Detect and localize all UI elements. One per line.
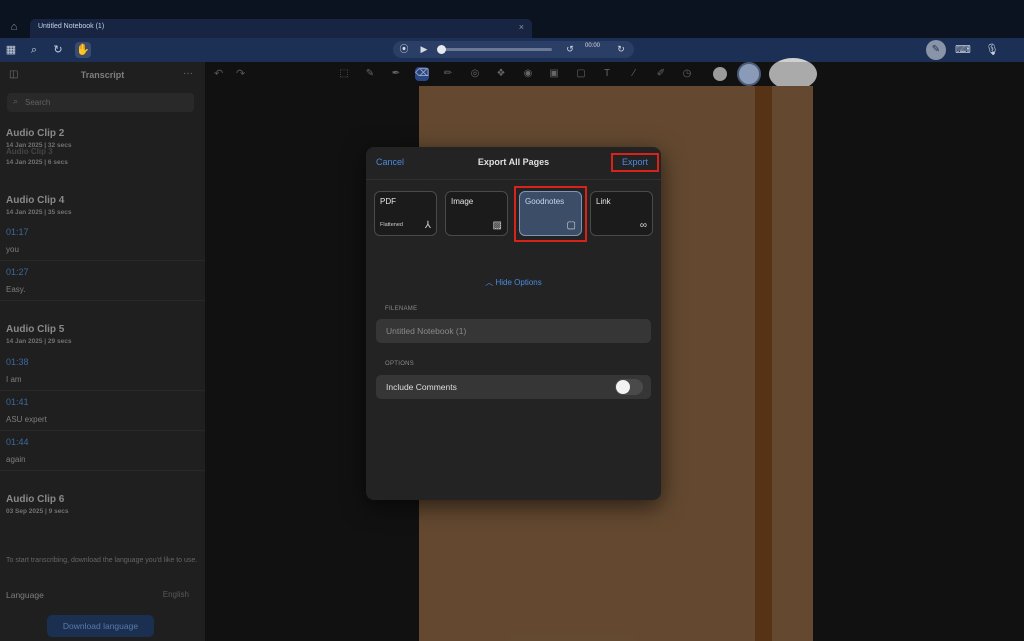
search-icon[interactable]: ⌕ bbox=[26, 42, 42, 58]
forward-icon[interactable]: ↻ bbox=[614, 42, 628, 56]
audio-time: 00:00 bbox=[585, 43, 601, 49]
link-icon: ∞ bbox=[639, 220, 647, 231]
hide-options-label: Hide Options bbox=[495, 278, 542, 287]
close-icon[interactable]: × bbox=[519, 22, 524, 32]
record-icon[interactable]: ⦿ bbox=[397, 42, 411, 56]
format-name: Image bbox=[451, 197, 474, 206]
keyboard-icon[interactable]: ⌨ bbox=[955, 42, 971, 58]
format-sub: Flattened bbox=[380, 222, 403, 228]
filename-label: FILENAME bbox=[385, 306, 418, 312]
chevron-up-icon: ︿ bbox=[485, 278, 494, 287]
play-icon[interactable]: ▶ bbox=[417, 42, 431, 56]
include-comments-label: Include Comments bbox=[386, 382, 457, 392]
hide-options-toggle[interactable]: ︿ Hide Options bbox=[366, 277, 661, 288]
format-option-image[interactable]: Image ▨ bbox=[445, 191, 508, 236]
include-comments-row: Include Comments bbox=[376, 375, 651, 399]
app-window: ⌂ Untitled Notebook (1) × ▦ ⌕ ↻ ✋ ⌨ 🎙 ⦿ … bbox=[0, 0, 1024, 641]
audio-scrubber[interactable] bbox=[440, 48, 552, 51]
hand-icon[interactable]: ✋ bbox=[75, 42, 91, 58]
home-icon[interactable]: ⌂ bbox=[7, 20, 21, 34]
selection-highlight bbox=[514, 186, 587, 242]
pdf-icon: ⅄ bbox=[424, 220, 431, 231]
lasso-icon[interactable]: ↻ bbox=[50, 42, 66, 58]
toggle-knob bbox=[616, 380, 630, 394]
tab-bar: ⌂ Untitled Notebook (1) × bbox=[0, 0, 1024, 38]
microphone-icon[interactable]: 🎙 bbox=[984, 42, 1000, 58]
filename-field[interactable]: Untitled Notebook (1) bbox=[376, 319, 651, 343]
export-dialog: Cancel Export All Pages Export PDF Flatt… bbox=[366, 147, 661, 500]
options-label: OPTIONS bbox=[385, 361, 415, 367]
format-name: Link bbox=[596, 197, 611, 206]
filename-value: Untitled Notebook (1) bbox=[386, 326, 467, 336]
tab-notebook[interactable]: Untitled Notebook (1) × bbox=[30, 19, 532, 38]
format-option-pdf[interactable]: PDF Flattened ⅄ bbox=[374, 191, 437, 236]
include-comments-toggle[interactable] bbox=[615, 379, 643, 395]
export-button[interactable]: Export bbox=[611, 153, 659, 172]
tab-title: Untitled Notebook (1) bbox=[38, 23, 105, 30]
image-icon: ▨ bbox=[492, 220, 502, 231]
audio-player: ⦿ ▶ ↺ 00:00 ↻ bbox=[393, 41, 634, 58]
grid-icon[interactable]: ▦ bbox=[3, 42, 19, 58]
divider bbox=[366, 179, 661, 180]
audio-scrubber-knob[interactable] bbox=[437, 45, 446, 54]
format-option-link[interactable]: Link ∞ bbox=[590, 191, 653, 236]
pen-icon[interactable]: ✎ bbox=[926, 40, 946, 60]
format-name: PDF bbox=[380, 197, 396, 206]
rewind-icon[interactable]: ↺ bbox=[563, 42, 577, 56]
